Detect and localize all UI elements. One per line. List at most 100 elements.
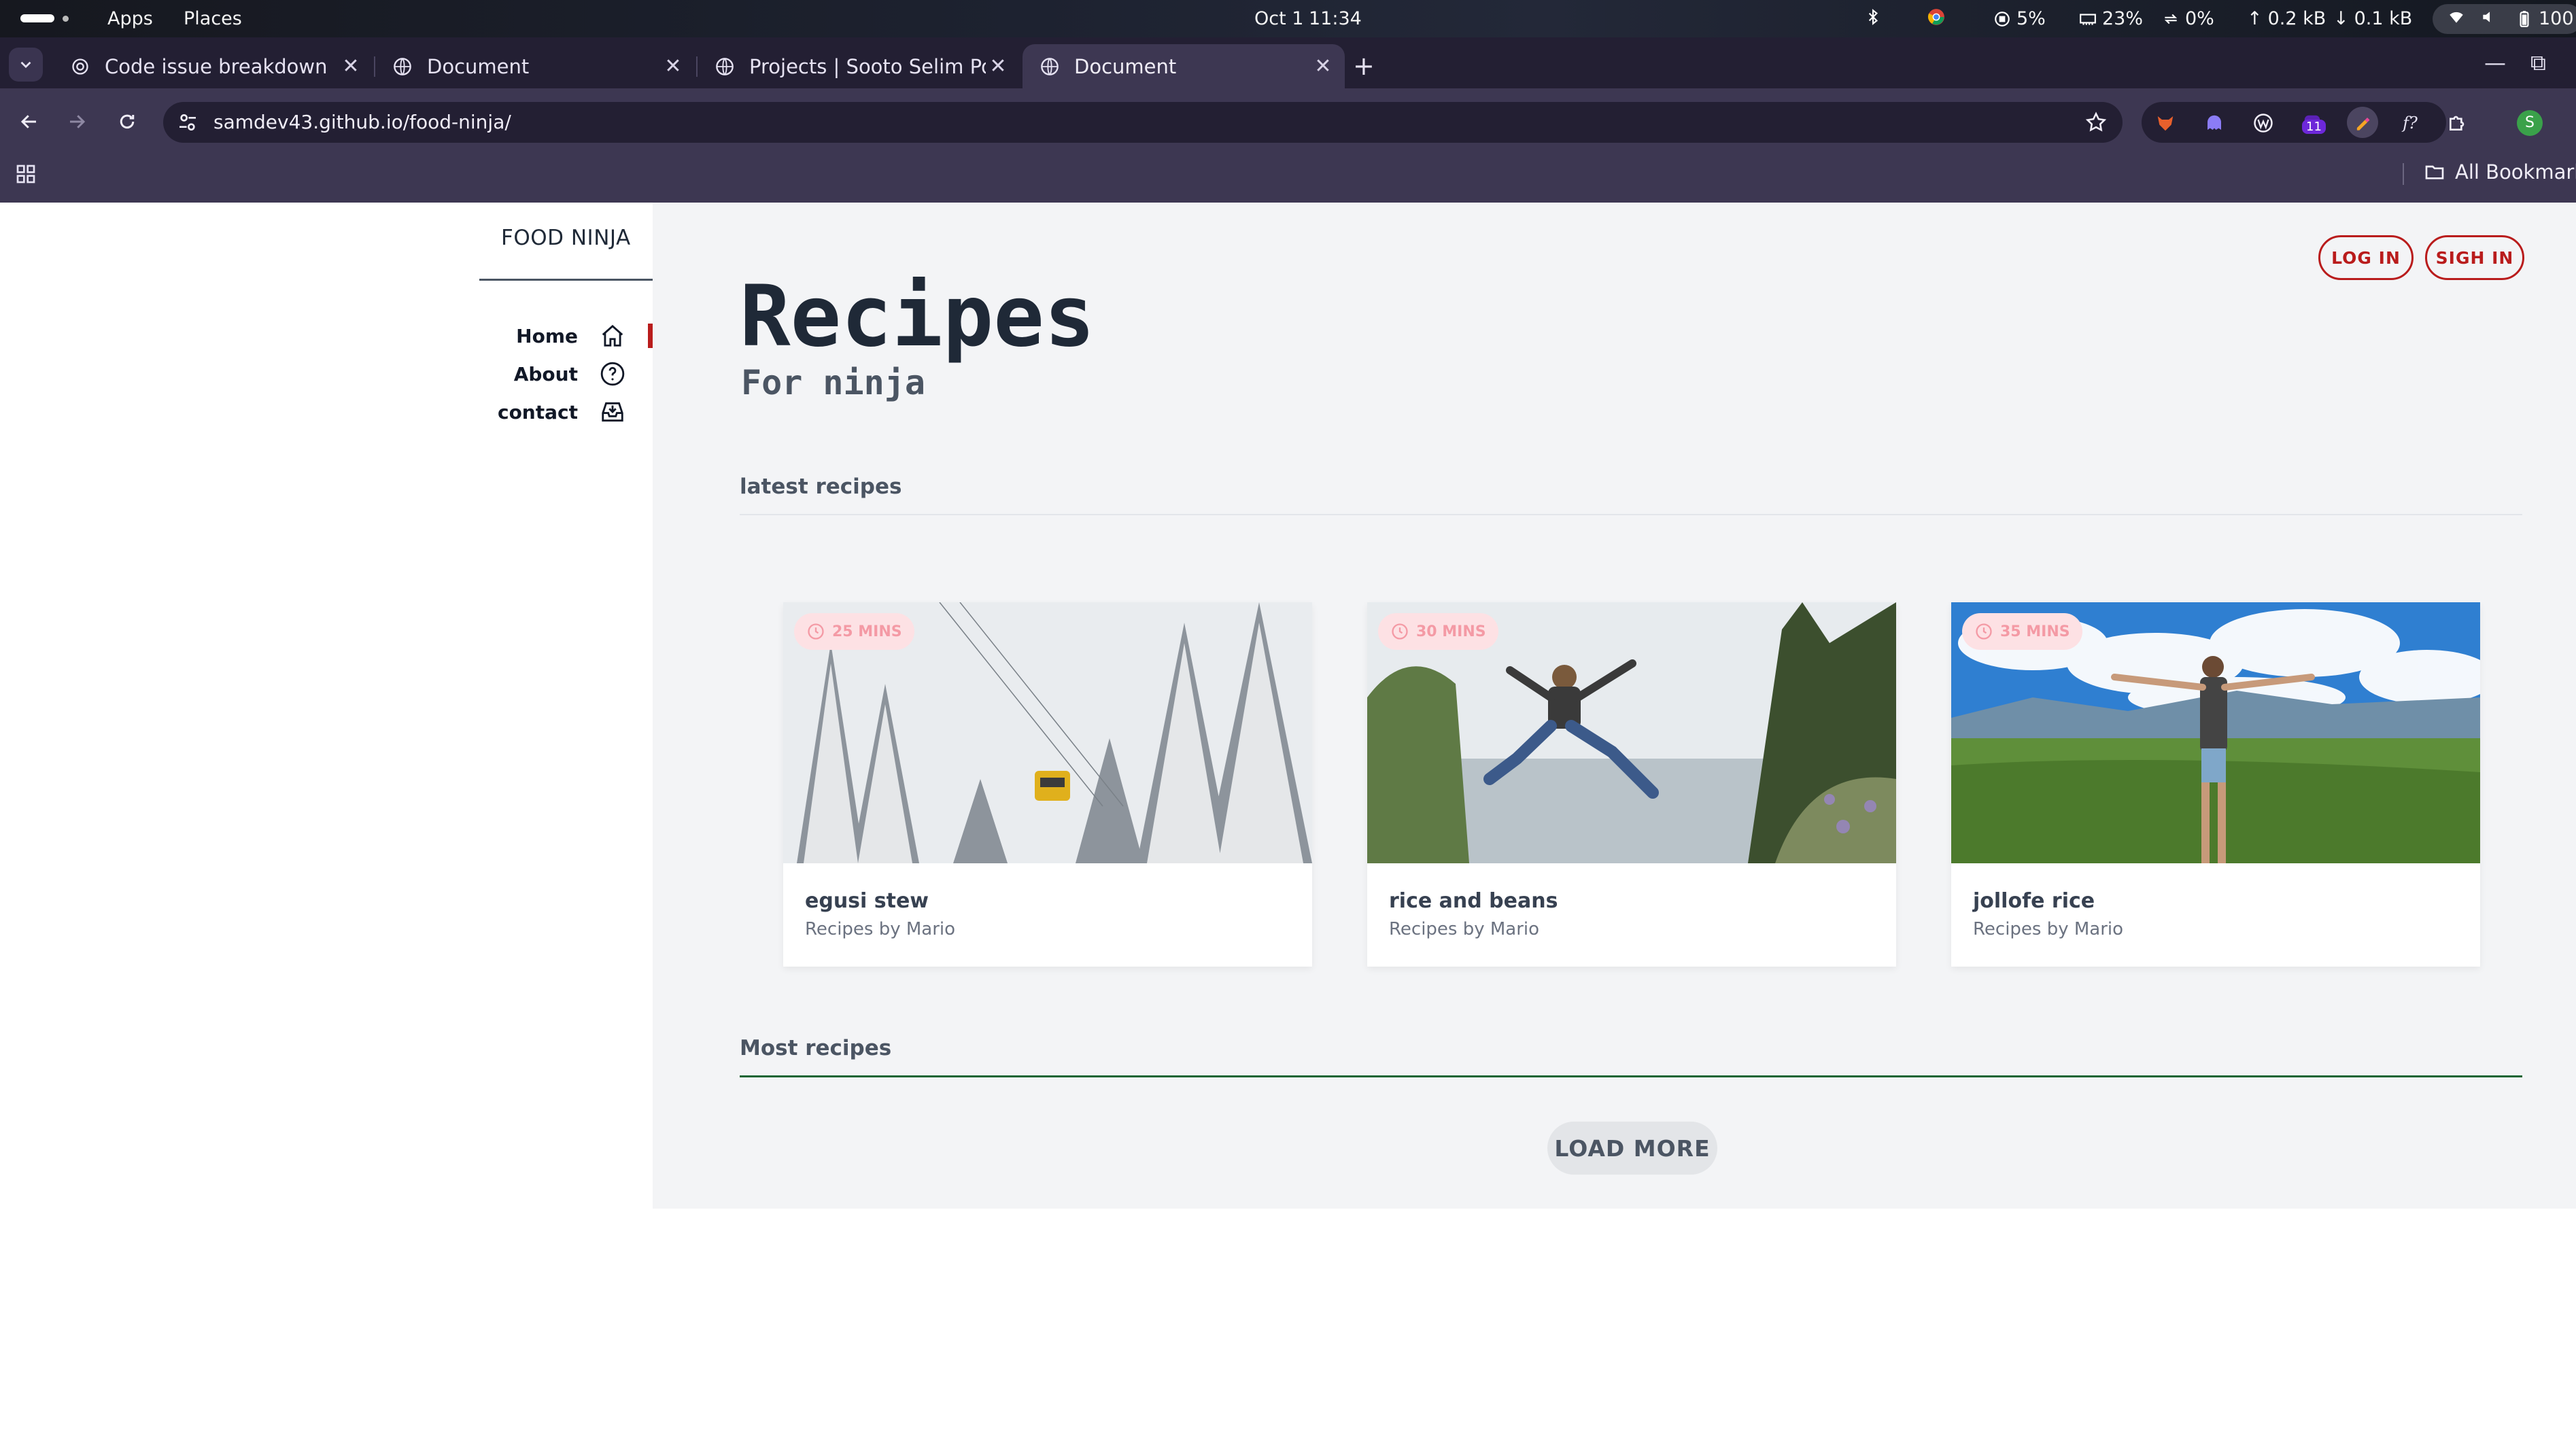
recipe-title[interactable]: rice and beans bbox=[1389, 889, 1558, 913]
time-badge: 25 MINS bbox=[794, 613, 914, 650]
login-button[interactable]: LOG IN bbox=[2318, 235, 2414, 280]
tab-title: Document bbox=[427, 54, 530, 78]
all-bookmarks-button[interactable]: All Bookmarks bbox=[2424, 160, 2576, 184]
address-bar[interactable]: samdev43.github.io/food-ninja/ bbox=[163, 102, 2123, 143]
arrow-up-icon: ↑ bbox=[2247, 8, 2263, 29]
back-button[interactable] bbox=[14, 106, 45, 137]
browser-tab[interactable]: Code issue breakdown ✕ bbox=[53, 44, 373, 88]
upload-value: 0.2 kB bbox=[2267, 8, 2326, 29]
browser-tab-active[interactable]: Document ✕ bbox=[1023, 44, 1345, 88]
browser-toolbar: samdev43.github.io/food-ninja/ f? S bbox=[0, 88, 2576, 156]
site-brand[interactable]: FOOD NINJA bbox=[501, 226, 631, 250]
swap-value: 0% bbox=[2185, 8, 2214, 29]
globe-icon bbox=[716, 57, 734, 75]
nav-item-about[interactable]: About bbox=[476, 355, 653, 393]
arrow-right-icon bbox=[70, 115, 86, 128]
download-indicator[interactable]: ↓ 0.1 kB bbox=[2333, 8, 2412, 29]
most-recipes-heading: Most recipes bbox=[740, 1036, 892, 1060]
chrome-icon[interactable] bbox=[1927, 8, 1945, 26]
upload-indicator[interactable]: ↑ 0.2 kB bbox=[2247, 8, 2326, 29]
url-text[interactable]: samdev43.github.io/food-ninja/ bbox=[213, 111, 511, 133]
site-nav: Home About contact bbox=[476, 317, 653, 431]
forward-button[interactable] bbox=[61, 106, 92, 137]
memory-value: 23% bbox=[2102, 8, 2144, 29]
recipe-title[interactable]: egusi stew bbox=[805, 889, 929, 913]
nav-item-contact[interactable]: contact bbox=[476, 393, 653, 431]
web-page: FOOD NINJA Home About contact LOG IN SIG… bbox=[0, 203, 2576, 1454]
nav-label: About bbox=[513, 362, 578, 385]
browser-tab-strip: Code issue breakdown ✕ Document ✕ Projec… bbox=[0, 37, 2576, 88]
fox-extension-icon[interactable] bbox=[2154, 111, 2177, 135]
extension-badge: 11 bbox=[2302, 120, 2326, 134]
profile-avatar[interactable]: S bbox=[2517, 110, 2543, 136]
memory-indicator[interactable]: 23% bbox=[2079, 8, 2143, 29]
home-icon bbox=[602, 324, 623, 347]
section-divider bbox=[740, 1075, 2522, 1077]
tab-title: Document bbox=[1074, 54, 1177, 78]
nav-label: Home bbox=[516, 324, 578, 347]
chevron-down-icon bbox=[20, 61, 31, 69]
tab-title: Code issue breakdown bbox=[105, 54, 328, 78]
memory-icon bbox=[2080, 13, 2096, 25]
wifi-icon bbox=[2448, 8, 2465, 26]
extensions-bar: f? bbox=[2142, 102, 2446, 143]
restore-button[interactable]: ⧉ bbox=[2530, 50, 2546, 76]
color-picker-extension-icon[interactable] bbox=[2347, 107, 2378, 138]
w-extension-icon[interactable] bbox=[2252, 111, 2275, 135]
places-menu[interactable]: Places bbox=[184, 8, 242, 29]
site-info-icon[interactable] bbox=[177, 111, 199, 133]
battery-icon bbox=[2520, 10, 2529, 27]
apps-grid-icon[interactable] bbox=[15, 163, 37, 185]
recipe-card[interactable]: 30 MINS rice and beans Recipes by Mario bbox=[1367, 602, 1896, 967]
browser-tab[interactable]: Document ✕ bbox=[375, 44, 695, 88]
apps-menu[interactable]: Apps bbox=[107, 8, 153, 29]
bluetooth-icon[interactable] bbox=[1864, 8, 1882, 26]
reload-icon bbox=[120, 114, 135, 129]
puzzle-extensions-icon[interactable] bbox=[2446, 111, 2469, 134]
new-tab-button[interactable]: + bbox=[1353, 51, 1375, 81]
time-badge: 35 MINS bbox=[1962, 613, 2082, 650]
close-icon[interactable]: ✕ bbox=[1311, 54, 1335, 78]
battery-value: 100 bbox=[2539, 8, 2574, 29]
page-title: Recipes bbox=[740, 268, 1095, 366]
recipe-card[interactable]: 25 MINS egusi stew Recipes by Mario bbox=[783, 602, 1312, 967]
cpu-indicator[interactable]: 5% bbox=[1993, 8, 2046, 29]
time-badge: 30 MINS bbox=[1378, 613, 1498, 650]
inbox-icon bbox=[602, 402, 623, 422]
cpu-icon bbox=[1995, 11, 2010, 27]
recipe-card[interactable]: 35 MINS jollofe rice Recipes by Mario bbox=[1951, 602, 2480, 967]
swap-icon bbox=[2164, 14, 2178, 24]
page-subtitle: For ninja bbox=[741, 363, 925, 402]
clock-date[interactable]: Oct 1 bbox=[1254, 8, 1303, 29]
load-more-button[interactable]: LOAD MORE bbox=[1547, 1122, 1717, 1175]
volume-icon bbox=[2480, 8, 2498, 26]
cpu-value: 5% bbox=[2016, 8, 2046, 29]
close-icon[interactable]: ✕ bbox=[339, 54, 363, 78]
workspace-indicator[interactable] bbox=[20, 14, 54, 22]
battery-indicator: 100 bbox=[2515, 8, 2574, 29]
recipe-author: Recipes by Mario bbox=[1389, 919, 1540, 939]
reload-button[interactable] bbox=[111, 106, 143, 137]
bookmark-star-icon[interactable] bbox=[2084, 111, 2108, 134]
nav-item-home[interactable]: Home bbox=[476, 317, 653, 355]
close-icon[interactable]: ✕ bbox=[661, 54, 685, 78]
clock-time[interactable]: 11:34 bbox=[1309, 8, 1362, 29]
swap-indicator[interactable]: 0% bbox=[2162, 8, 2214, 29]
browser-tab[interactable]: Projects | Sooto Selim Po ✕ bbox=[698, 44, 1020, 88]
signin-button[interactable]: SIGH IN bbox=[2425, 235, 2524, 280]
openai-icon bbox=[72, 58, 88, 75]
font-extension-icon[interactable]: f? bbox=[2399, 111, 2422, 135]
time-label: 30 MINS bbox=[1416, 623, 1486, 640]
globe-icon bbox=[1041, 57, 1059, 75]
download-value: 0.1 kB bbox=[2354, 8, 2413, 29]
close-icon[interactable]: ✕ bbox=[986, 54, 1010, 78]
time-label: 35 MINS bbox=[2000, 623, 2070, 640]
workspace-dot[interactable] bbox=[63, 16, 69, 22]
minimize-button[interactable]: — bbox=[2484, 50, 2506, 75]
tab-search-button[interactable] bbox=[9, 48, 43, 82]
all-bookmarks-label: All Bookmarks bbox=[2455, 160, 2576, 184]
nav-label: contact bbox=[497, 400, 578, 423]
folder-icon bbox=[2425, 165, 2444, 179]
ghost-extension-icon[interactable] bbox=[2203, 111, 2226, 135]
recipe-title[interactable]: jollofe rice bbox=[1973, 889, 2095, 913]
